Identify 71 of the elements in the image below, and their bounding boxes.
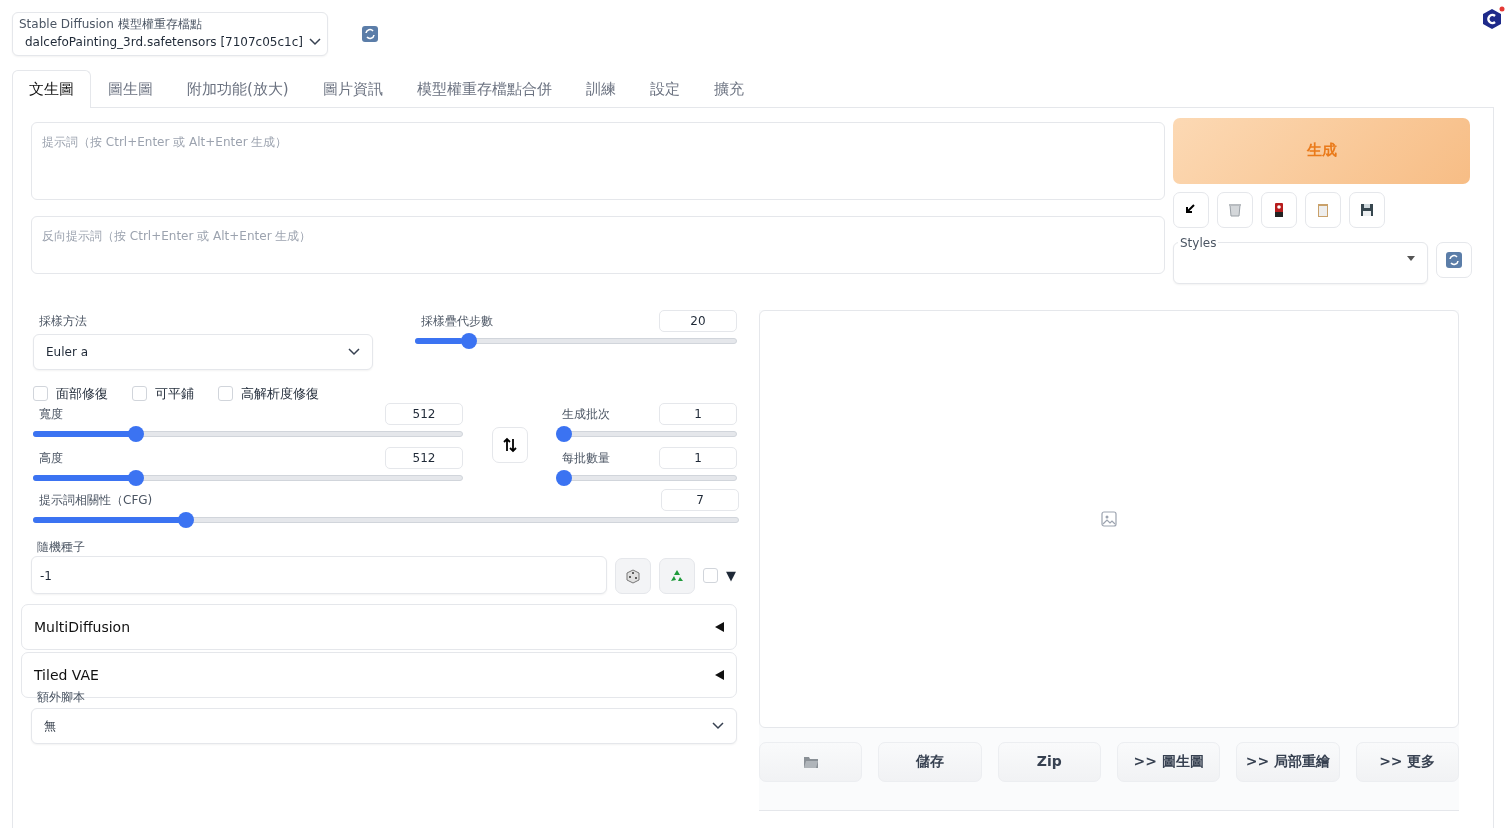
field-label: Stable Diffusion 模型權重存檔點 [19, 16, 203, 33]
tab[interactable]: 擴充 [696, 70, 761, 108]
tab[interactable]: 附加功能(放大) [170, 70, 306, 108]
number-field[interactable]: 512 [385, 447, 463, 469]
dice-icon [625, 568, 641, 584]
script-select[interactable]: 無 [31, 708, 737, 744]
slider-label: 高度 [38, 450, 63, 467]
chevron-icon [712, 722, 724, 730]
tab[interactable]: 圖片資訊 [305, 70, 400, 108]
dropdown-icon [1407, 255, 1415, 261]
clipboard-button[interactable] [1305, 191, 1341, 228]
field-value: -1 [40, 569, 52, 583]
select-value: 無 [44, 718, 56, 735]
refresh-button[interactable] [1436, 241, 1472, 278]
checkbox[interactable] [703, 568, 718, 583]
number-field[interactable]: 1 [659, 447, 737, 469]
slider-label: 提示詞相關性（CFG) [38, 492, 153, 509]
checkbox[interactable]: 可平鋪 [132, 383, 194, 403]
logo-icon[interactable] [1480, 6, 1506, 32]
slider[interactable] [556, 470, 737, 486]
toggle-arrow[interactable]: ▼ [726, 565, 736, 585]
reuse-button[interactable] [659, 558, 695, 594]
seed-field[interactable]: -1 [31, 556, 607, 594]
accordion-title: Tiled VAE [34, 665, 99, 685]
sampler-select[interactable]: Euler a [33, 333, 373, 370]
card-button[interactable] [1261, 191, 1297, 228]
select-value: Euler a [46, 343, 88, 361]
swap-button[interactable] [491, 427, 528, 463]
slider[interactable] [33, 470, 463, 486]
tab[interactable]: 設定 [632, 70, 697, 108]
floppy-button[interactable] [1349, 191, 1385, 228]
field-label: 採樣方法 [38, 312, 88, 330]
slider[interactable] [556, 426, 737, 442]
slider-label: 寬度 [38, 406, 63, 423]
swap-icon [501, 437, 518, 453]
number-field[interactable]: 7 [661, 489, 739, 511]
arrow-button[interactable] [1173, 191, 1209, 228]
chevron-icon [309, 38, 321, 46]
tab[interactable]: 模型權重存檔點合併 [399, 70, 569, 108]
checkbox[interactable]: 面部修復 [33, 383, 108, 403]
gallery-button[interactable]: Zip [997, 741, 1101, 782]
tab[interactable]: 文生圖 [12, 70, 91, 108]
accordion-title: MultiDiffusion [34, 617, 131, 637]
gallery-button[interactable]: 儲存 [878, 741, 982, 782]
slider[interactable] [415, 332, 737, 349]
folder-icon [802, 755, 819, 769]
number-field[interactable]: 20 [659, 309, 737, 332]
number-field[interactable]: 512 [385, 403, 463, 425]
chevron-icon [348, 347, 360, 356]
gallery-button[interactable]: >> 更多 [1355, 741, 1459, 782]
tab[interactable]: 圖生圖 [91, 70, 170, 108]
refresh-icon [1446, 251, 1462, 268]
field-label: 隨機種子 [37, 539, 86, 556]
model-select[interactable]: Stable Diffusion 模型權重存檔點 dalcefoPainting_3rd.safetensors [7107c05c1c] [12, 12, 328, 56]
prompt-field[interactable]: 提示詞（按 Ctrl+Enter 或 Alt+Enter 生成） [31, 121, 1165, 200]
tab[interactable]: 訓練 [568, 70, 633, 108]
gallery-button[interactable]: >> 局部重繪 [1236, 741, 1340, 782]
slider[interactable] [33, 512, 739, 528]
slider-label: 每批數量 [561, 450, 610, 467]
refresh-icon [362, 26, 378, 42]
negative-prompt-field[interactable]: 反向提示詞（按 Ctrl+Enter 或 Alt+Enter 生成） [31, 215, 1165, 274]
number-field[interactable]: 1 [659, 403, 737, 425]
gallery-button[interactable]: >> 圖生圖 [1117, 741, 1221, 782]
slider[interactable] [33, 426, 463, 442]
slider-label: 採樣疊代步數 [420, 312, 493, 330]
image-icon [1101, 510, 1117, 527]
checkbox[interactable]: 高解析度修復 [218, 383, 319, 403]
accordion-header[interactable]: MultiDiffusion [21, 604, 737, 650]
random-button[interactable] [615, 558, 651, 594]
select-value: dalcefoPainting_3rd.safetensors [7107c05c1c] [25, 34, 303, 51]
slider-label: 生成批次 [561, 406, 610, 423]
